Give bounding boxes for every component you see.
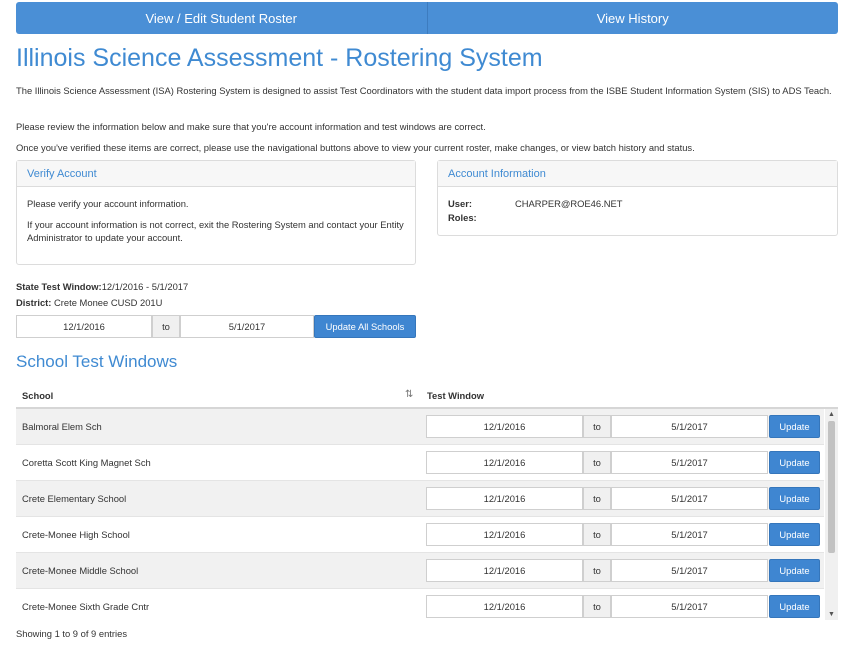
school-end-date-input[interactable]: 5/1/2017 xyxy=(611,487,768,510)
table-row: Crete Elementary School 12/1/2016 to 5/1/20… xyxy=(16,481,824,517)
state-window-label: State Test Window: xyxy=(16,281,102,292)
district-to-label: to xyxy=(152,315,180,338)
school-start-date-input[interactable]: 12/1/2016 xyxy=(426,487,583,510)
roles-label: Roles: xyxy=(448,212,477,223)
school-start-date-input[interactable]: 12/1/2016 xyxy=(426,595,583,618)
update-all-schools-button[interactable]: Update All Schools xyxy=(314,315,416,338)
school-name: Crete-Monee High School xyxy=(22,529,130,540)
school-update-button[interactable]: Update xyxy=(769,559,820,582)
state-window-value: 12/1/2016 - 5/1/2017 xyxy=(101,281,189,292)
table-scrollbar[interactable]: ▲ ▼ xyxy=(825,409,838,620)
school-window-range: 12/1/2016 to 5/1/2017 Update xyxy=(426,559,820,582)
scroll-down-icon[interactable]: ▼ xyxy=(825,609,838,620)
school-window-range: 12/1/2016 to 5/1/2017 Update xyxy=(426,451,820,474)
table-row: Balmoral Elem Sch 12/1/2016 to 5/1/2017 Upda… xyxy=(16,409,824,445)
account-info-title: Account Information xyxy=(438,161,837,187)
school-name: Crete-Monee Sixth Grade Cntr xyxy=(22,601,150,612)
school-to-label: to xyxy=(583,523,611,546)
table-row: Coretta Scott King Magnet Sch 12/1/2016 to… xyxy=(16,445,824,481)
school-window-range: 12/1/2016 to 5/1/2017 Update xyxy=(426,415,820,438)
school-name: Crete Elementary School xyxy=(22,493,127,504)
school-table-body: Balmoral Elem Sch 12/1/2016 to 5/1/2017 Upda… xyxy=(16,409,824,620)
state-test-window: State Test Window:12/1/2016 - 5/1/2017 xyxy=(16,281,188,292)
school-window-range: 12/1/2016 to 5/1/2017 Update xyxy=(426,487,820,510)
verify-account-panel: Verify Account Please verify your accoun… xyxy=(16,160,416,265)
view-history-button[interactable]: View History xyxy=(426,2,839,34)
district-start-date-input[interactable]: 12/1/2016 xyxy=(16,315,152,338)
verify-account-title: Verify Account xyxy=(17,161,415,187)
intro-paragraph-2: Please review the information below and … xyxy=(16,121,486,132)
district-value: Crete Monee CUSD 201U xyxy=(54,297,163,308)
school-start-date-input[interactable]: 12/1/2016 xyxy=(426,559,583,582)
sort-arrows-icon[interactable]: ⇅ xyxy=(405,389,413,400)
district-info: District: Crete Monee CUSD 201U xyxy=(16,297,162,308)
user-value: CHARPER@ROE46.NET xyxy=(515,198,623,209)
top-nav: View / Edit Student Roster View History xyxy=(16,2,838,34)
verify-line-2: If your account information is not corre… xyxy=(27,219,404,243)
school-update-button[interactable]: Update xyxy=(769,523,820,546)
school-window-range: 12/1/2016 to 5/1/2017 Update xyxy=(426,523,820,546)
school-column-header[interactable]: School xyxy=(22,390,53,401)
school-to-label: to xyxy=(583,451,611,474)
school-window-range: 12/1/2016 to 5/1/2017 Update xyxy=(426,595,820,618)
school-to-label: to xyxy=(583,415,611,438)
school-end-date-input[interactable]: 5/1/2017 xyxy=(611,523,768,546)
account-info-panel: Account Information User: CHARPER@ROE46.… xyxy=(437,160,838,236)
school-update-button[interactable]: Update xyxy=(769,451,820,474)
school-to-label: to xyxy=(583,559,611,582)
view-edit-roster-button[interactable]: View / Edit Student Roster xyxy=(16,2,427,34)
table-row: Crete-Monee High School 12/1/2016 to 5/1/20… xyxy=(16,517,824,553)
scroll-up-icon[interactable]: ▲ xyxy=(825,409,838,420)
scroll-thumb[interactable] xyxy=(828,421,835,553)
district-end-date-input[interactable]: 5/1/2017 xyxy=(180,315,314,338)
school-name: Crete-Monee Middle School xyxy=(22,565,139,576)
user-label: User: xyxy=(448,198,472,209)
school-update-button[interactable]: Update xyxy=(769,595,820,618)
school-end-date-input[interactable]: 5/1/2017 xyxy=(611,595,768,618)
school-start-date-input[interactable]: 12/1/2016 xyxy=(426,415,583,438)
school-start-date-input[interactable]: 12/1/2016 xyxy=(426,523,583,546)
school-name: Balmoral Elem Sch xyxy=(22,421,102,432)
school-to-label: to xyxy=(583,487,611,510)
intro-paragraph-1: The Illinois Science Assessment (ISA) Ro… xyxy=(16,85,832,96)
school-name: Coretta Scott King Magnet Sch xyxy=(22,457,151,468)
test-window-column-header: Test Window xyxy=(427,390,485,401)
school-end-date-input[interactable]: 5/1/2017 xyxy=(611,451,768,474)
table-row: Crete-Monee Sixth Grade Cntr 12/1/2016 to 5… xyxy=(16,589,824,620)
school-end-date-input[interactable]: 5/1/2017 xyxy=(611,559,768,582)
school-end-date-input[interactable]: 5/1/2017 xyxy=(611,415,768,438)
verify-line-1: Please verify your account information. xyxy=(27,198,189,209)
table-entries-info: Showing 1 to 9 of 9 entries xyxy=(16,628,128,639)
table-header: School ⇅ Test Window xyxy=(16,384,838,409)
school-update-button[interactable]: Update xyxy=(769,415,820,438)
district-label: District: xyxy=(16,297,52,308)
school-to-label: to xyxy=(583,595,611,618)
school-update-button[interactable]: Update xyxy=(769,487,820,510)
school-test-windows-title: School Test Windows xyxy=(16,352,178,371)
intro-paragraph-3: Once you've verified these items are cor… xyxy=(16,142,695,153)
district-window-range: 12/1/2016 to 5/1/2017 Update All Schools xyxy=(16,315,416,338)
table-row: Crete-Monee Middle School 12/1/2016 to 5/1/… xyxy=(16,553,824,589)
page-title: Illinois Science Assessment - Rostering … xyxy=(16,44,543,72)
school-start-date-input[interactable]: 12/1/2016 xyxy=(426,451,583,474)
